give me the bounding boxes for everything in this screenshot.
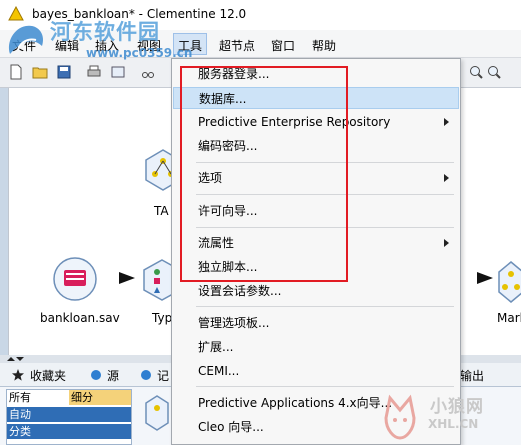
tab-output[interactable]: 输出	[460, 367, 484, 384]
mark-node-label: Mark	[497, 311, 521, 325]
menu-separator	[196, 386, 454, 387]
menu-item-database[interactable]: 数据库...	[173, 87, 459, 109]
manage-palettes-label: 管理选项板...	[198, 316, 270, 330]
submenu-arrow-icon	[444, 239, 449, 247]
cemi-label: CEMI...	[198, 364, 240, 378]
category-auto[interactable]: 自动	[7, 407, 131, 422]
license-wizard-label: 许可向导...	[198, 204, 258, 218]
server-login-label: 服务器登录...	[198, 67, 270, 81]
print-icon[interactable]	[86, 64, 102, 80]
tan-node-label: TA	[154, 204, 169, 218]
record-ops-dot-icon	[141, 370, 151, 380]
spss-file-source-node-icon[interactable]	[52, 256, 98, 302]
submenu-arrow-icon	[444, 174, 449, 182]
tab-sources[interactable]: 源	[107, 367, 119, 384]
menu-supernode[interactable]: 超节点	[219, 37, 255, 54]
site-watermark-logo-icon	[8, 25, 44, 54]
menu-item-stream-properties[interactable]: 流属性	[173, 232, 459, 254]
canvas-left-strip	[0, 88, 8, 355]
flow-arrow-icon	[119, 272, 135, 284]
menu-separator	[196, 162, 454, 163]
new-file-icon[interactable]	[8, 64, 24, 80]
menu-item-cemi[interactable]: CEMI...	[173, 360, 459, 382]
open-folder-icon[interactable]	[32, 64, 48, 80]
menu-item-extensions[interactable]: 扩展...	[173, 336, 459, 358]
type-node-label: Typ	[152, 311, 173, 325]
menu-separator	[196, 227, 454, 228]
cleo-wizard-label: Cleo 向导...	[198, 420, 264, 434]
zoom-out-icon[interactable]	[486, 64, 502, 80]
database-label: 数据库...	[199, 92, 247, 106]
menu-item-manage-palettes[interactable]: 管理选项板...	[173, 312, 459, 334]
markov-model-node-icon[interactable]	[497, 260, 521, 304]
options-label: 选项	[198, 171, 223, 185]
tab-record-ops[interactable]: 记	[157, 367, 169, 384]
menu-item-license-wizard[interactable]: 许可向导...	[173, 200, 459, 222]
menu-item-session-parameters[interactable]: 设置会话参数...	[173, 280, 459, 302]
category-auto-label: 自动	[9, 408, 31, 421]
category-segmentation-label: 细分	[71, 391, 93, 404]
menu-item-server-login[interactable]: 服务器登录...	[173, 63, 459, 85]
encode-password-label: 编码密码...	[198, 139, 258, 153]
menu-help[interactable]: 帮助	[312, 37, 336, 54]
menu-separator	[196, 194, 454, 195]
menu-item-options[interactable]: 选项	[173, 167, 459, 189]
stream-properties-label: 流属性	[198, 236, 235, 250]
export-icon[interactable]	[110, 64, 126, 80]
submenu-arrow-icon	[444, 118, 449, 126]
extensions-label: 扩展...	[198, 340, 234, 354]
zoom-in-icon[interactable]	[468, 64, 484, 80]
menu-item-standalone-script[interactable]: 独立脚本...	[173, 256, 459, 278]
category-classification-label: 分类	[9, 425, 31, 438]
category-list: 所有 细分 自动 分类	[6, 389, 132, 445]
menu-item-enterprise-repository[interactable]: Predictive Enterprise Repository	[173, 111, 459, 133]
tab-favorites[interactable]: 收藏夹	[30, 367, 66, 384]
category-all-label: 所有	[9, 391, 31, 404]
collapse-arrows-icon[interactable]	[6, 356, 24, 362]
sources-dot-icon	[91, 370, 101, 380]
category-segmentation[interactable]: 细分	[69, 390, 131, 405]
brand-watermark-url: XHL.CN	[428, 417, 479, 431]
favorites-star-icon	[12, 369, 24, 381]
flow-arrow-right-icon	[477, 272, 493, 284]
cut-icon[interactable]	[140, 64, 156, 80]
menu-item-encode-password[interactable]: 编码密码...	[173, 135, 459, 157]
bankloan-node-label: bankloan.sav	[40, 311, 120, 325]
session-parameters-label: 设置会话参数...	[198, 284, 282, 298]
category-classification[interactable]: 分类	[7, 424, 131, 439]
site-watermark-name: 河东软件园	[50, 20, 160, 44]
tools-menu-dropdown: 服务器登录... 数据库... Predictive Enterprise Re…	[171, 58, 461, 445]
save-icon[interactable]	[56, 64, 72, 80]
enterprise-repository-label: Predictive Enterprise Repository	[198, 115, 391, 129]
palette-node-icon[interactable]	[144, 394, 170, 434]
standalone-script-label: 独立脚本...	[198, 260, 258, 274]
brand-watermark-name: 小狼网	[430, 397, 484, 417]
menu-separator	[196, 306, 454, 307]
menu-window[interactable]: 窗口	[271, 37, 295, 54]
predictive-applications-label: Predictive Applications 4.x向导...	[198, 396, 393, 410]
